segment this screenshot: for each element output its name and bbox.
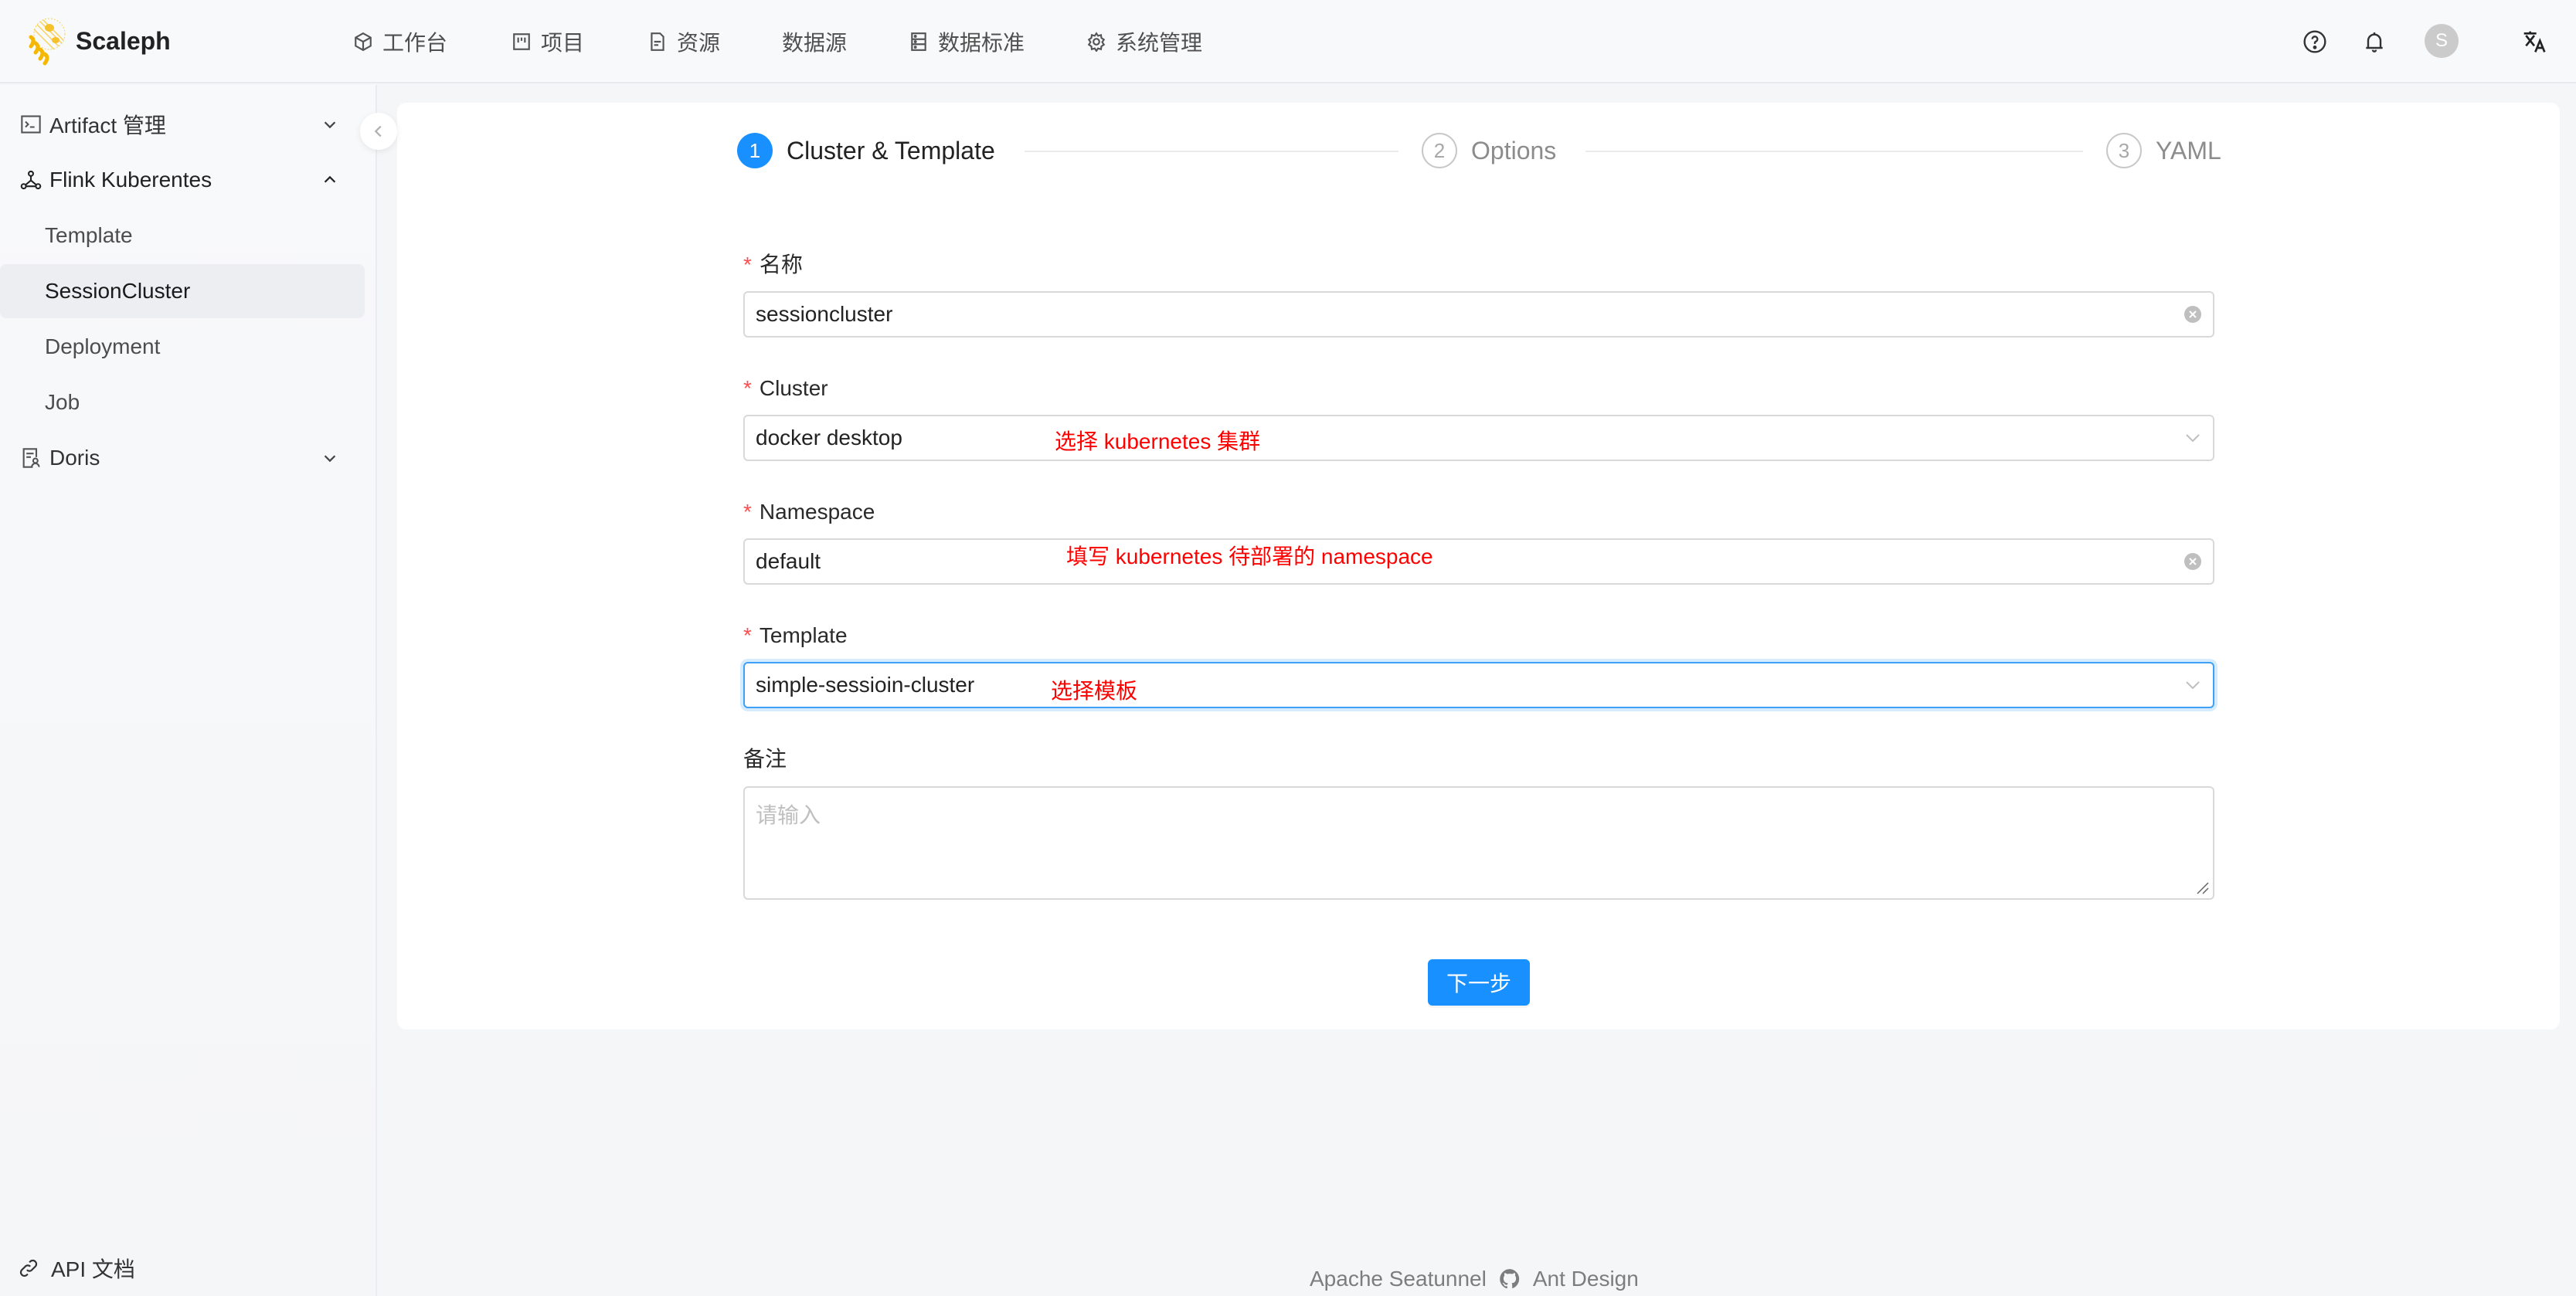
sidebar-item-sessioncluster[interactable]: SessionCluster xyxy=(0,264,365,318)
help-button[interactable] xyxy=(2298,25,2332,59)
chevron-down-icon xyxy=(2186,434,2200,443)
step-1-indicator: 1 xyxy=(737,133,773,168)
api-docs-label: API 文档 xyxy=(51,1257,135,1281)
namespace-annotation: 填写 kubernetes 待部署的 namespace xyxy=(1066,545,1433,568)
nav-label: 工作台 xyxy=(382,31,448,55)
brand-name[interactable]: Scaleph xyxy=(76,24,171,58)
step-3-title: YAML xyxy=(2156,137,2221,165)
nav-label: 项目 xyxy=(541,31,585,55)
sidebar-item-deployment[interactable]: Deployment xyxy=(0,320,365,374)
nav-workbench[interactable]: 工作台 xyxy=(353,25,447,59)
nav-system-admin[interactable]: 系统管理 xyxy=(1086,25,1202,59)
nav-project[interactable]: 项目 xyxy=(511,25,584,59)
cluster-select[interactable]: docker desktop xyxy=(743,415,2214,461)
link-icon xyxy=(19,1259,38,1277)
footer: Apache Seatunnel Ant Design xyxy=(1310,1264,1639,1294)
chevron-down-icon xyxy=(2186,681,2200,690)
footer-link-ant-design[interactable]: Ant Design xyxy=(1533,1267,1639,1291)
namespace-input[interactable]: default xyxy=(743,538,2214,585)
help-icon xyxy=(2303,30,2326,53)
name-label: * 名称 xyxy=(743,249,803,280)
clear-icon[interactable] xyxy=(2183,305,2202,324)
sidebar-collapse-button[interactable] xyxy=(360,113,397,150)
sidebar: Artifact 管理 Flink Kuberentes Template Se… xyxy=(0,85,377,1296)
scaleph-logo-icon xyxy=(29,18,66,66)
database-icon xyxy=(911,32,926,51)
sidebar-item-artifact[interactable]: Artifact 管理 xyxy=(0,97,365,151)
sidebar-item-job[interactable]: Job xyxy=(0,375,365,429)
step-connector xyxy=(1585,151,2083,152)
nav-datasource[interactable]: 数据源 xyxy=(782,25,847,59)
nav-resource[interactable]: 资源 xyxy=(647,25,720,59)
sidebar-item-label: Flink Kuberentes xyxy=(49,168,212,192)
resize-handle-icon[interactable] xyxy=(2196,881,2210,895)
cluster-label-text: Cluster xyxy=(759,376,828,400)
clear-icon[interactable] xyxy=(2183,552,2202,571)
required-mark: * xyxy=(743,253,752,277)
doc-user-icon xyxy=(22,448,40,468)
language-button[interactable] xyxy=(2517,25,2551,59)
name-value: sessioncluster xyxy=(756,302,893,326)
file-icon xyxy=(651,32,664,51)
template-value: simple-sessioin-cluster xyxy=(756,673,975,697)
project-icon xyxy=(513,33,530,50)
nav-label: 资源 xyxy=(677,31,721,55)
github-icon[interactable] xyxy=(1499,1268,1521,1290)
step-2-indicator: 2 xyxy=(1422,133,1457,168)
template-label: * Template xyxy=(743,620,848,651)
step-1-title: Cluster & Template xyxy=(787,137,995,165)
step-connector xyxy=(1025,151,1398,152)
top-header: Scaleph 工作台 项目 资源 数据源 数据标准 系统管理 S xyxy=(0,0,2576,83)
translate-icon xyxy=(2523,31,2546,53)
sidebar-item-label: Doris xyxy=(49,446,100,470)
user-avatar[interactable]: S xyxy=(2425,24,2459,58)
nav-label: 数据标准 xyxy=(938,31,1025,55)
sidebar-item-label: Job xyxy=(45,390,80,414)
nav-data-standard[interactable]: 数据标准 xyxy=(909,25,1025,59)
name-label-text: 名称 xyxy=(759,253,803,277)
template-label-text: Template xyxy=(759,623,848,647)
template-select[interactable]: simple-sessioin-cluster xyxy=(743,662,2214,708)
nav-label: 系统管理 xyxy=(1116,31,1203,55)
chevron-down-icon xyxy=(324,455,336,463)
cluster-annotation: 选择 kubernetes 集群 xyxy=(1055,429,1261,453)
namespace-label: * Namespace xyxy=(743,497,875,528)
sidebar-item-label: Deployment xyxy=(45,334,161,358)
step-3-indicator: 3 xyxy=(2106,133,2142,168)
footer-link-seatunnel[interactable]: Apache Seatunnel xyxy=(1310,1267,1487,1291)
remark-placeholder: 请输入 xyxy=(756,803,821,827)
template-annotation: 选择模板 xyxy=(1051,679,1138,703)
sidebar-item-label: SessionCluster xyxy=(45,279,191,303)
namespace-label-text: Namespace xyxy=(759,500,875,524)
bell-icon xyxy=(2366,32,2383,53)
chevron-up-icon xyxy=(324,175,336,183)
gear-icon xyxy=(1087,32,1106,52)
cluster-value: docker desktop xyxy=(756,426,902,450)
nav-label: 数据源 xyxy=(782,31,848,55)
required-mark: * xyxy=(743,623,752,647)
sidebar-item-template[interactable]: Template xyxy=(0,209,365,263)
api-docs-link[interactable]: API 文档 xyxy=(19,1253,135,1284)
chevron-down-icon xyxy=(324,121,336,129)
sidebar-item-doris[interactable]: Doris xyxy=(0,431,365,485)
required-mark: * xyxy=(743,376,752,400)
cluster-icon xyxy=(20,170,42,190)
notifications-button[interactable] xyxy=(2357,25,2391,59)
step-2-title: Options xyxy=(1471,137,1557,165)
name-input[interactable]: sessioncluster xyxy=(743,291,2214,338)
namespace-value: default xyxy=(756,549,821,573)
cluster-label: * Cluster xyxy=(743,373,828,404)
remark-textarea[interactable]: 请输入 xyxy=(743,786,2214,900)
required-mark: * xyxy=(743,500,752,524)
next-step-button[interactable]: 下一步 xyxy=(1428,959,1530,1006)
sidebar-item-label: Artifact 管理 xyxy=(49,114,166,137)
sidebar-item-label: Template xyxy=(45,223,133,247)
terminal-icon xyxy=(21,115,41,134)
chevron-left-icon xyxy=(374,125,382,137)
sidebar-item-flink-kubernetes[interactable]: Flink Kuberentes xyxy=(0,153,365,207)
remark-label: 备注 xyxy=(743,747,787,771)
cube-icon xyxy=(355,32,372,52)
